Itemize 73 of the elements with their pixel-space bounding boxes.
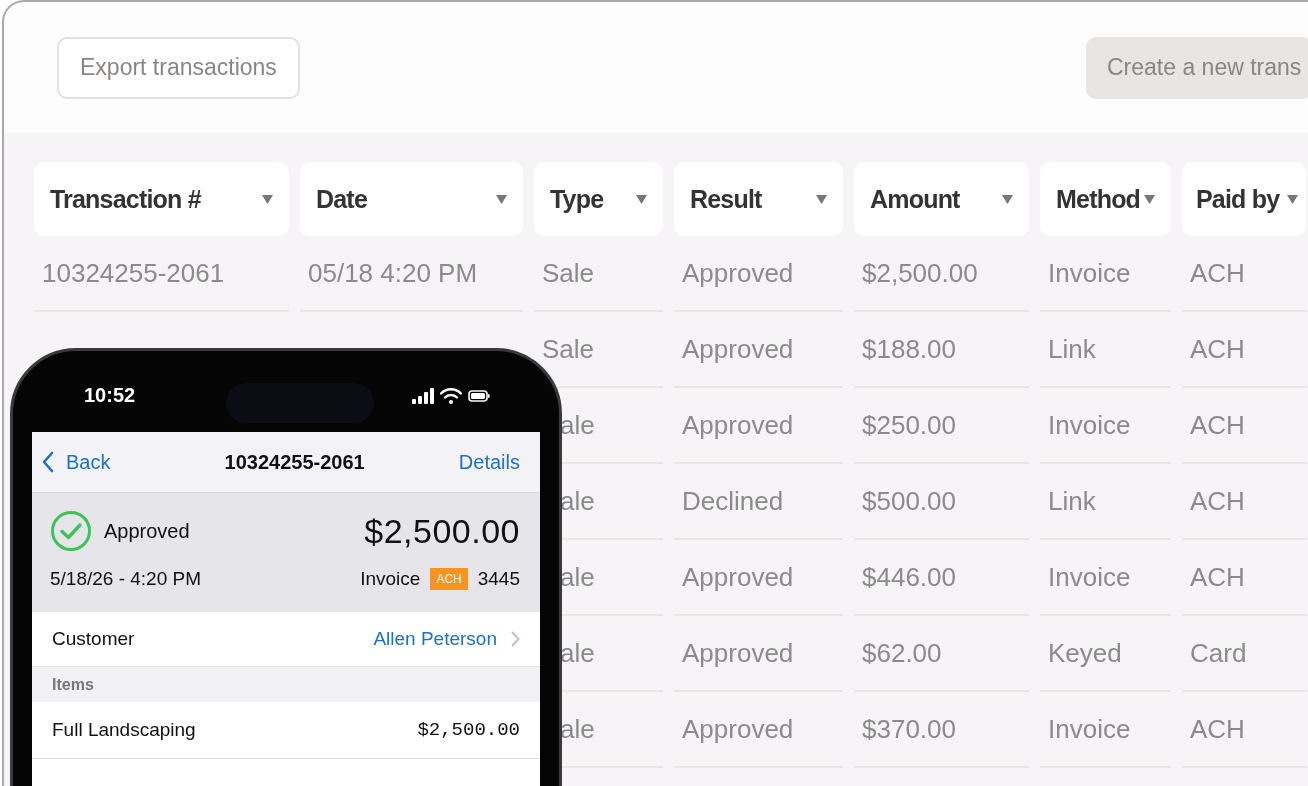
table-cell: ACH — [1190, 561, 1245, 593]
ach-badge: ACH — [430, 568, 468, 590]
export-button[interactable]: Export transactions — [57, 36, 300, 99]
payment-method: Invoice — [360, 568, 421, 590]
chevron-right-icon — [511, 631, 520, 647]
table-cell: ale — [560, 637, 595, 669]
table-cell: $62.00 — [862, 637, 942, 669]
table-cell: Approved — [682, 561, 794, 593]
caret-icon — [1144, 194, 1155, 204]
item-price: $2,500.00 — [417, 719, 520, 741]
table-cell: ACH — [1190, 485, 1245, 517]
table-cell: ACH — [1190, 257, 1245, 289]
table-cell: Link — [1048, 485, 1096, 517]
caret-icon — [636, 194, 647, 204]
caret-icon — [262, 194, 273, 204]
table-cell: Approved — [682, 713, 794, 745]
column-header[interactable]: Transaction # — [34, 162, 289, 236]
table-cell: Sale — [542, 257, 595, 289]
table-cell: $370.00 — [862, 713, 956, 745]
table-cell: 10324255-2061 — [42, 257, 225, 289]
table-cell: Invoice — [1048, 257, 1131, 289]
screen-title: 10324255-2061 — [224, 450, 365, 474]
caret-icon — [496, 194, 507, 204]
table-cell: Invoice — [1048, 409, 1131, 441]
account-number: 3445 — [477, 568, 520, 590]
table-cell: ale — [560, 485, 595, 517]
status-label: Approved — [104, 519, 190, 543]
table-cell: Invoice — [1048, 561, 1131, 593]
table-cell: Keyed — [1048, 637, 1122, 669]
column-header[interactable]: Method — [1040, 162, 1171, 236]
transaction-date: 5/18/26 - 4:20 PM — [50, 568, 202, 590]
item-name: Full Landscaping — [52, 719, 196, 741]
table-cell: Sale — [542, 333, 595, 365]
table-cell: $2,500.00 — [862, 257, 978, 289]
caret-icon — [1002, 194, 1013, 204]
table-cell: Approved — [682, 333, 794, 365]
table-cell: ACH — [1190, 713, 1245, 745]
table-cell: ale — [560, 409, 595, 441]
chevron-left-icon — [42, 451, 54, 473]
table-cell: Approved — [682, 637, 794, 669]
wifi-icon — [440, 387, 462, 404]
table-cell: $188.00 — [862, 333, 956, 365]
customer-link[interactable]: Allen Peterson — [373, 628, 520, 650]
status-time: 10:52 — [84, 384, 136, 407]
column-header[interactable]: Date — [300, 162, 523, 236]
back-button[interactable]: Back — [42, 450, 111, 474]
table-cell: Declined — [682, 485, 784, 517]
table-cell: Invoice — [1048, 713, 1131, 745]
caret-icon — [1287, 194, 1298, 204]
signal-icon — [412, 387, 434, 404]
table-cell: Card — [1190, 637, 1247, 669]
battery-icon — [468, 389, 490, 402]
table-cell: Approved — [682, 257, 794, 289]
customer-label: Customer — [52, 628, 135, 650]
column-header[interactable]: Paid by — [1182, 162, 1306, 236]
column-header[interactable]: Amount — [854, 162, 1029, 236]
column-header[interactable]: Type — [534, 162, 663, 236]
table-cell: 05/18 4:20 PM — [308, 257, 478, 289]
table-cell: ACH — [1190, 409, 1245, 441]
details-link[interactable]: Details — [458, 450, 520, 474]
table-cell: Approved — [682, 409, 794, 441]
table-cell: $250.00 — [862, 409, 956, 441]
table-cell: $500.00 — [862, 485, 956, 517]
checkmark-circle-icon — [50, 510, 92, 552]
table-cell: ACH — [1190, 333, 1245, 365]
section-header: Items — [52, 675, 94, 694]
column-header[interactable]: Result — [674, 162, 843, 236]
caret-icon — [816, 194, 827, 204]
table-cell: ale — [560, 713, 595, 745]
table-cell: ale — [560, 561, 595, 593]
table-cell: Link — [1048, 333, 1096, 365]
amount-total: $2,500.00 — [364, 511, 520, 551]
table-cell: $446.00 — [862, 561, 956, 593]
